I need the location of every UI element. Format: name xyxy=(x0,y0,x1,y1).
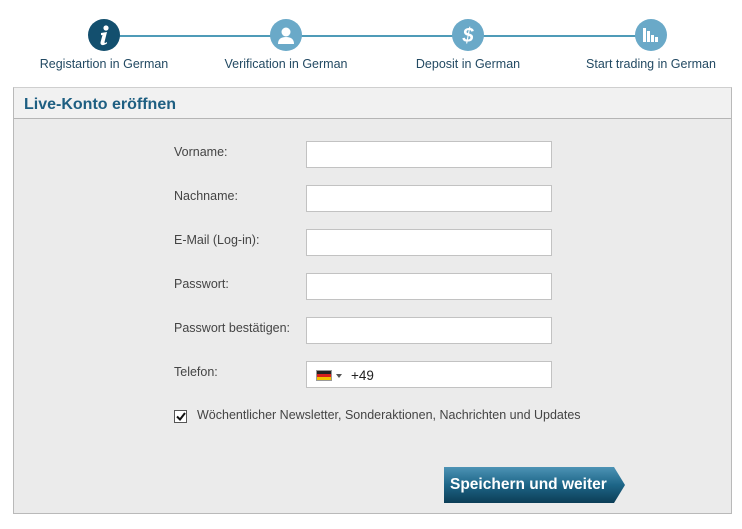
step-2-circle xyxy=(270,19,302,51)
step-1-circle xyxy=(88,19,120,51)
email-input[interactable] xyxy=(306,229,552,256)
step-1-label: Registartion in German xyxy=(39,57,169,71)
confirm-password-input[interactable] xyxy=(306,317,552,344)
email-label: E-Mail (Log-in): xyxy=(174,233,260,247)
bar-chart-icon xyxy=(643,28,658,42)
info-icon xyxy=(100,25,109,46)
dollar-icon: $ xyxy=(461,25,474,46)
checkmark-icon xyxy=(175,412,186,421)
user-icon xyxy=(278,27,294,44)
panel-title: Live-Konto eröffnen xyxy=(24,96,176,113)
step-4-circle xyxy=(635,19,667,51)
newsletter-checkbox[interactable] xyxy=(174,410,187,423)
step-3-label: Deposit in German xyxy=(415,57,521,71)
save-and-continue-button[interactable]: Speichern und weiter xyxy=(444,467,626,503)
step-2-label: Verification in German xyxy=(224,57,348,71)
country-selector[interactable] xyxy=(307,362,347,387)
panel-header: Live-Konto eröffnen xyxy=(14,88,731,119)
last-name-label: Nachname: xyxy=(174,189,238,203)
registration-panel: Live-Konto eröffnen Vorname: Nachname: E… xyxy=(13,87,732,514)
step-3-circle: $ xyxy=(452,19,484,51)
password-input[interactable] xyxy=(306,273,552,300)
phone-input[interactable]: +49 xyxy=(351,368,374,383)
stepper-connector-line xyxy=(104,35,652,37)
first-name-input[interactable] xyxy=(306,141,552,168)
chevron-down-icon xyxy=(336,374,342,378)
phone-label: Telefon: xyxy=(174,365,218,379)
progress-stepper: Registartion in German Verification in G… xyxy=(0,0,742,80)
step-4-label: Start trading in German xyxy=(586,57,716,71)
svg-text:$: $ xyxy=(461,25,474,46)
save-and-continue-label: Speichern und weiter xyxy=(450,476,607,493)
last-name-input[interactable] xyxy=(306,185,552,212)
confirm-password-label: Passwort bestätigen: xyxy=(174,321,291,335)
first-name-label: Vorname: xyxy=(174,145,228,159)
germany-flag-icon xyxy=(316,370,332,381)
phone-field: +49 xyxy=(306,361,552,388)
password-label: Passwort: xyxy=(174,277,229,291)
newsletter-label[interactable]: Wöchentlicher Newsletter, Sonderaktionen… xyxy=(197,408,581,422)
